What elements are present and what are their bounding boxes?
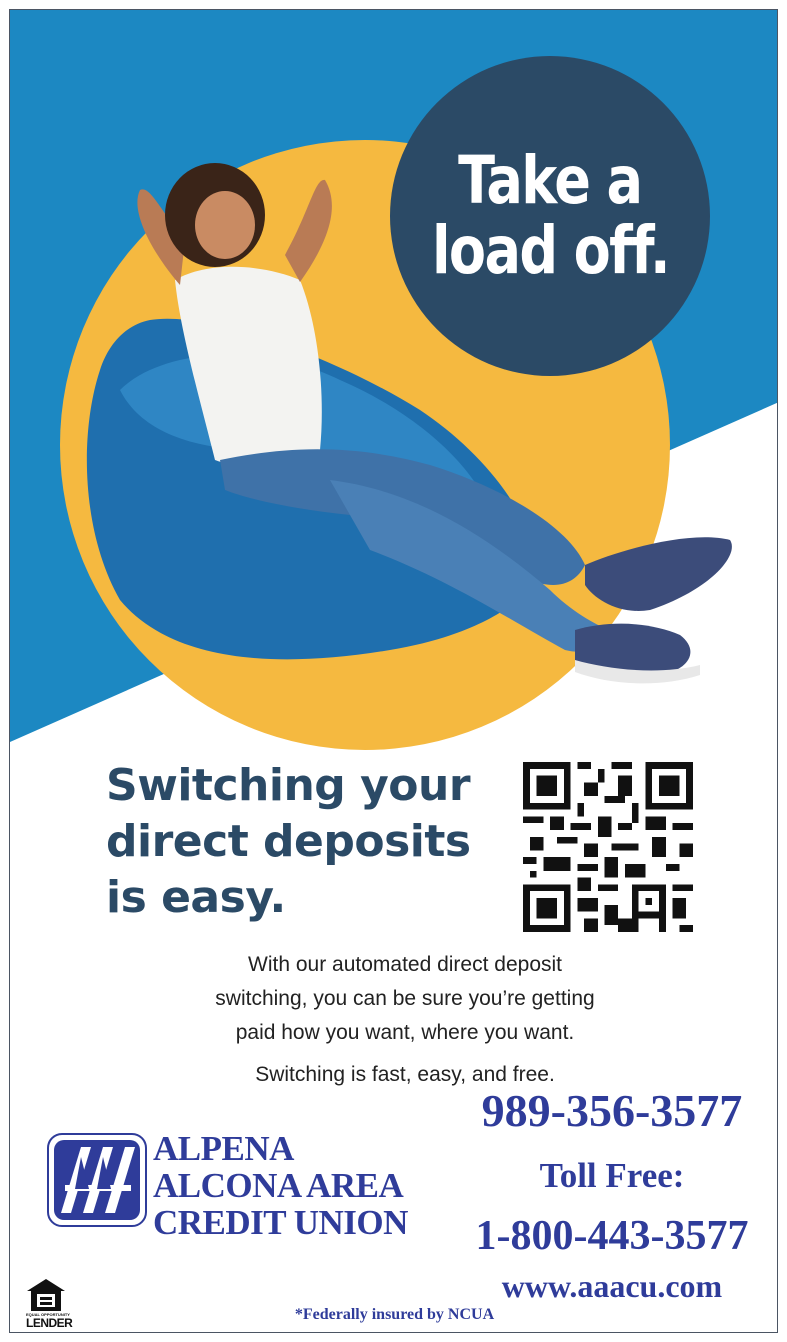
ncua-disclaimer: *Federally insured by NCUA: [294, 1306, 495, 1323]
badge-line-2: load off.: [431, 212, 671, 289]
cu-name-line-2: ALCONA AREA: [153, 1166, 404, 1205]
toll-free-number[interactable]: 1-800-443-3577: [462, 1211, 762, 1261]
qr-code[interactable]: [523, 762, 693, 932]
headline-line-2: direct deposits: [106, 816, 471, 867]
credit-union-name: ALPENA ALCONA AREA CREDIT UNION: [153, 1130, 408, 1241]
main-headline: Switching your direct deposits is easy.: [106, 758, 506, 926]
aaa-logo: [47, 1133, 147, 1227]
toll-free-label: Toll Free:: [539, 1156, 685, 1195]
website-link[interactable]: www.aaacu.com: [462, 1265, 762, 1307]
body-line-3: paid how you want, where you want.: [235, 1021, 575, 1044]
body-line-1: With our automated direct deposit: [248, 953, 562, 976]
cu-name-line-3: CREDIT UNION: [153, 1203, 408, 1242]
cu-name-line-1: ALPENA: [153, 1129, 294, 1168]
advertisement: Take a load off. Switching your direct d…: [9, 9, 778, 1333]
headline-line-1: Switching your: [106, 760, 471, 811]
contact-block: 989-356-3577 Toll Free: 1-800-443-3577 w…: [462, 1085, 762, 1307]
body-line-2: switching, you can be sure you’re gettin…: [215, 987, 595, 1010]
headline-line-3: is easy.: [106, 872, 286, 923]
badge-line-1: Take a: [458, 142, 643, 219]
body-copy: With our automated direct deposit switch…: [110, 948, 700, 1092]
phone-number[interactable]: 989-356-3577: [462, 1085, 762, 1137]
headline-badge: Take a load off.: [390, 56, 710, 376]
